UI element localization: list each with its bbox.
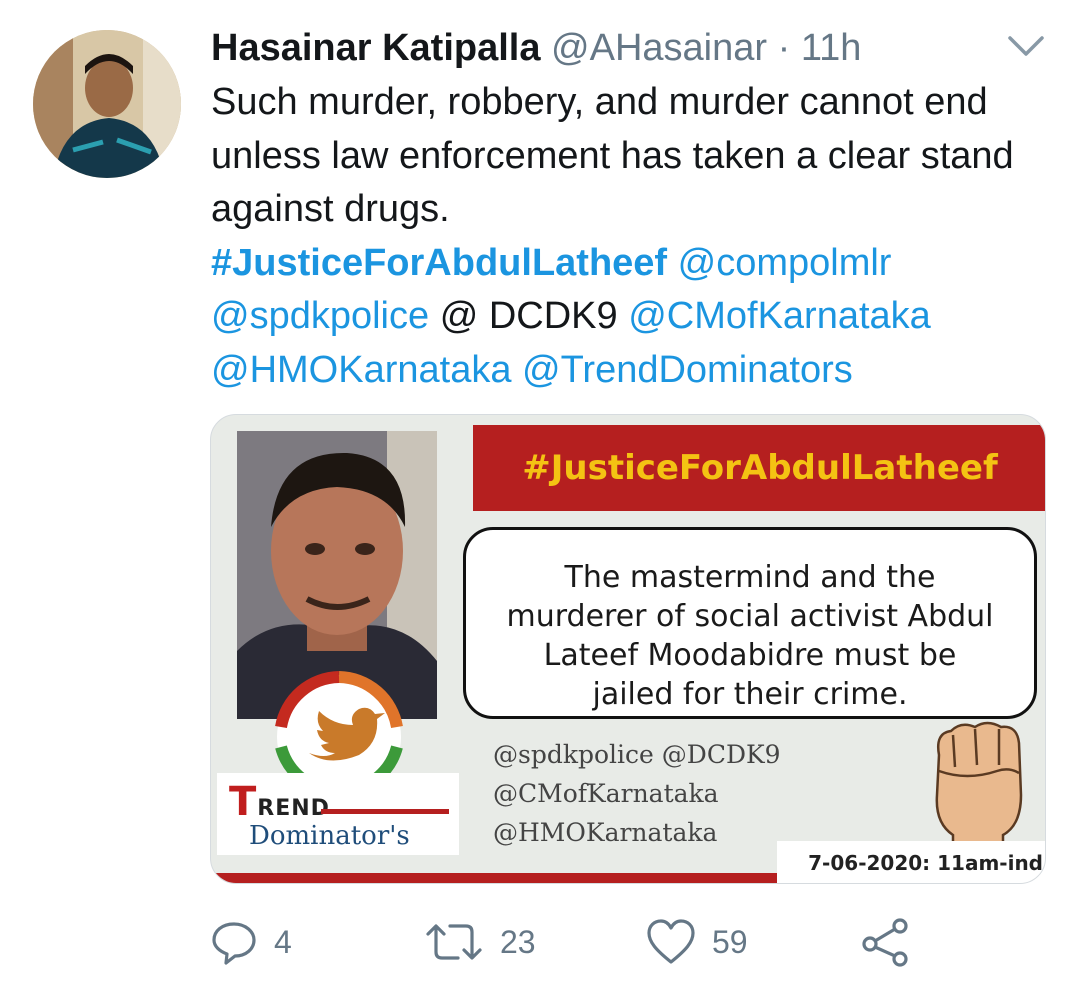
trend-letter: T [229,779,258,825]
trend-word: TREND [229,779,330,825]
image-mention-line: @HMOKarnataka [493,818,718,847]
dominators-text: Dominator's [249,821,410,851]
mention-spdkpolice[interactable]: @spdkpolice [211,295,429,337]
mention-compolmlr[interactable]: @compolmlr [678,242,892,284]
speech-line: murderer of social activist Abdul [506,599,994,634]
like-icon [647,919,695,964]
chevron-down-icon[interactable] [1004,30,1048,62]
tweet-text: Such murder, robbery, and murder cannot … [211,76,1061,397]
image-date: 7-06-2020: 11am-ind [777,841,1045,883]
plain-dcdk9: @ DCDK9 [439,295,618,337]
share-button[interactable] [860,912,910,972]
image-banner: #JusticeForAbdulLatheef [473,425,1045,511]
image-mention-line: @CMofKarnataka [493,779,719,808]
retweet-count: 23 [500,923,536,960]
speech-text: The mastermind and the murderer of socia… [466,558,1034,714]
speech-line: jailed for their crime. [592,677,908,712]
image-mentions: @spdkpolice @DCDK9 @CMofKarnataka @HMOKa… [493,735,781,852]
tweet-header: Hasainar Katipalla @AHasainar · 11h [211,24,861,72]
reply-count: 4 [274,923,292,960]
speech-bubble: The mastermind and the murderer of socia… [463,527,1037,719]
reply-button[interactable]: 4 [210,912,292,972]
retweet-button[interactable]: 23 [424,912,536,972]
tweet-actions: 4 23 59 [210,912,1070,972]
avatar-photo [33,30,181,178]
mention-cmofkarnataka[interactable]: @CMofKarnataka [628,295,931,337]
share-icon [862,918,908,967]
image-mention-line: @spdkpolice @DCDK9 [493,740,781,769]
tweet-media-image[interactable]: #JusticeForAbdulLatheef The mastermind a… [210,414,1046,884]
image-bottom-strip [211,873,777,883]
like-button[interactable]: 59 [646,912,748,972]
timestamp[interactable]: 11h [801,27,862,69]
speech-line: Lateef Moodabidre must be [543,638,957,673]
trend-dominators-logo: TREND Dominator's [217,773,459,855]
like-count: 59 [712,923,748,960]
author-name[interactable]: Hasainar Katipalla [211,27,540,69]
trend-underline [321,809,449,814]
mention-trenddominators[interactable]: @TrendDominators [522,349,853,391]
banner-text: #JusticeForAbdulLatheef [522,448,998,488]
author-handle[interactable]: @AHasainar [551,27,767,69]
trend-rest: REND [257,796,330,821]
retweet-icon [426,924,482,960]
reply-icon [212,922,256,965]
tweet-body: Such murder, robbery, and murder cannot … [211,81,1014,230]
speech-line: The mastermind and the [564,560,936,595]
separator-dot: · [777,27,791,69]
mention-hmokarnataka[interactable]: @HMOKarnataka [211,349,511,391]
hashtag-link[interactable]: #JusticeForAbdulLatheef [211,242,667,284]
avatar[interactable] [33,30,181,178]
